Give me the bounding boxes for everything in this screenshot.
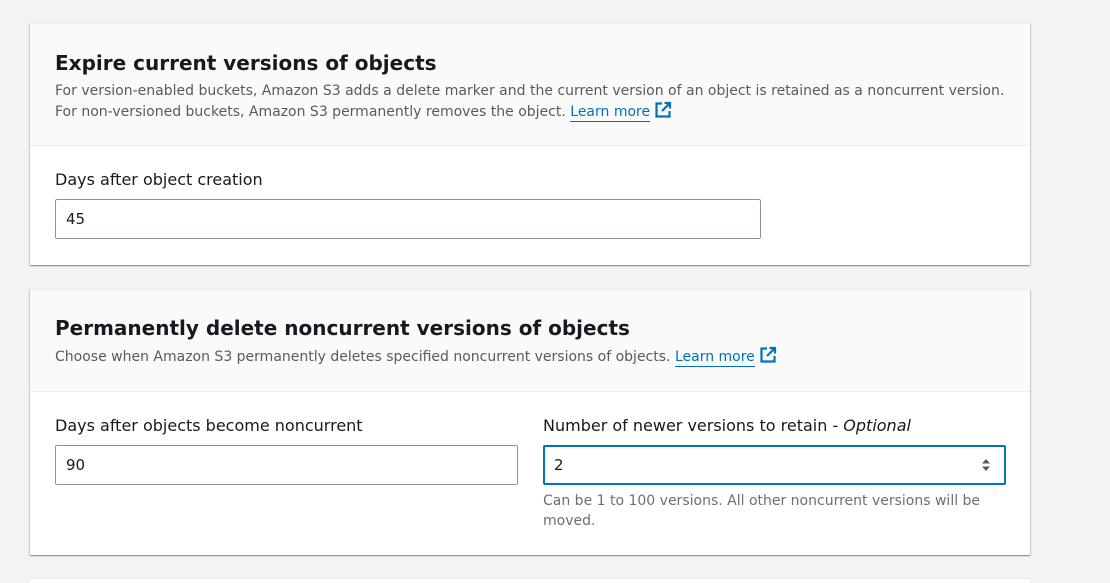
expire-current-versions-header: Expire current versions of objects For v… — [30, 24, 1030, 146]
learn-more-link[interactable]: Learn more — [570, 104, 651, 122]
external-link-icon[interactable] — [654, 101, 672, 119]
newer-versions-label-text: Number of newer versions to retain - — [543, 416, 844, 435]
panel-title: Expire current versions of objects — [55, 51, 437, 75]
panel-description: For version-enabled buckets, Amazon S3 a… — [55, 81, 1005, 122]
delete-noncurrent-versions-body: Days after objects become noncurrent Num… — [30, 392, 1030, 531]
newer-versions-hint: Can be 1 to 100 versions. All other nonc… — [543, 493, 981, 529]
newer-versions-input-wrapper — [543, 445, 1006, 485]
optional-tag: Optional — [843, 416, 911, 435]
expire-current-versions-body: Days after object creation — [30, 146, 1030, 239]
days-after-creation-label: Days after object creation — [55, 170, 263, 189]
panel-title: Permanently delete noncurrent versions o… — [55, 316, 630, 340]
external-link-icon[interactable] — [759, 346, 777, 364]
description-text: Choose when Amazon S3 permanently delete… — [55, 349, 671, 365]
newer-versions-input[interactable] — [543, 445, 1006, 485]
description-text: For version-enabled buckets, Amazon S3 a… — [55, 83, 1005, 120]
next-panel-edge — [30, 578, 1030, 583]
newer-versions-field: Number of newer versions to retain - Opt… — [543, 416, 1006, 531]
days-noncurrent-field: Days after objects become noncurrent — [55, 416, 518, 531]
fields-row: Days after objects become noncurrent Num… — [55, 416, 1006, 531]
delete-noncurrent-versions-panel: Permanently delete noncurrent versions o… — [30, 289, 1030, 555]
learn-more-link[interactable]: Learn more — [674, 349, 755, 367]
delete-noncurrent-versions-header: Permanently delete noncurrent versions o… — [30, 290, 1030, 392]
expire-current-versions-panel: Expire current versions of objects For v… — [30, 23, 1030, 265]
days-noncurrent-input[interactable] — [55, 445, 518, 485]
newer-versions-label: Number of newer versions to retain - Opt… — [543, 416, 1006, 436]
number-spinner-icon[interactable] — [981, 457, 991, 473]
days-noncurrent-label: Days after objects become noncurrent — [55, 416, 363, 435]
days-after-creation-input[interactable] — [55, 199, 761, 239]
panel-description: Choose when Amazon S3 permanently delete… — [55, 346, 1005, 367]
